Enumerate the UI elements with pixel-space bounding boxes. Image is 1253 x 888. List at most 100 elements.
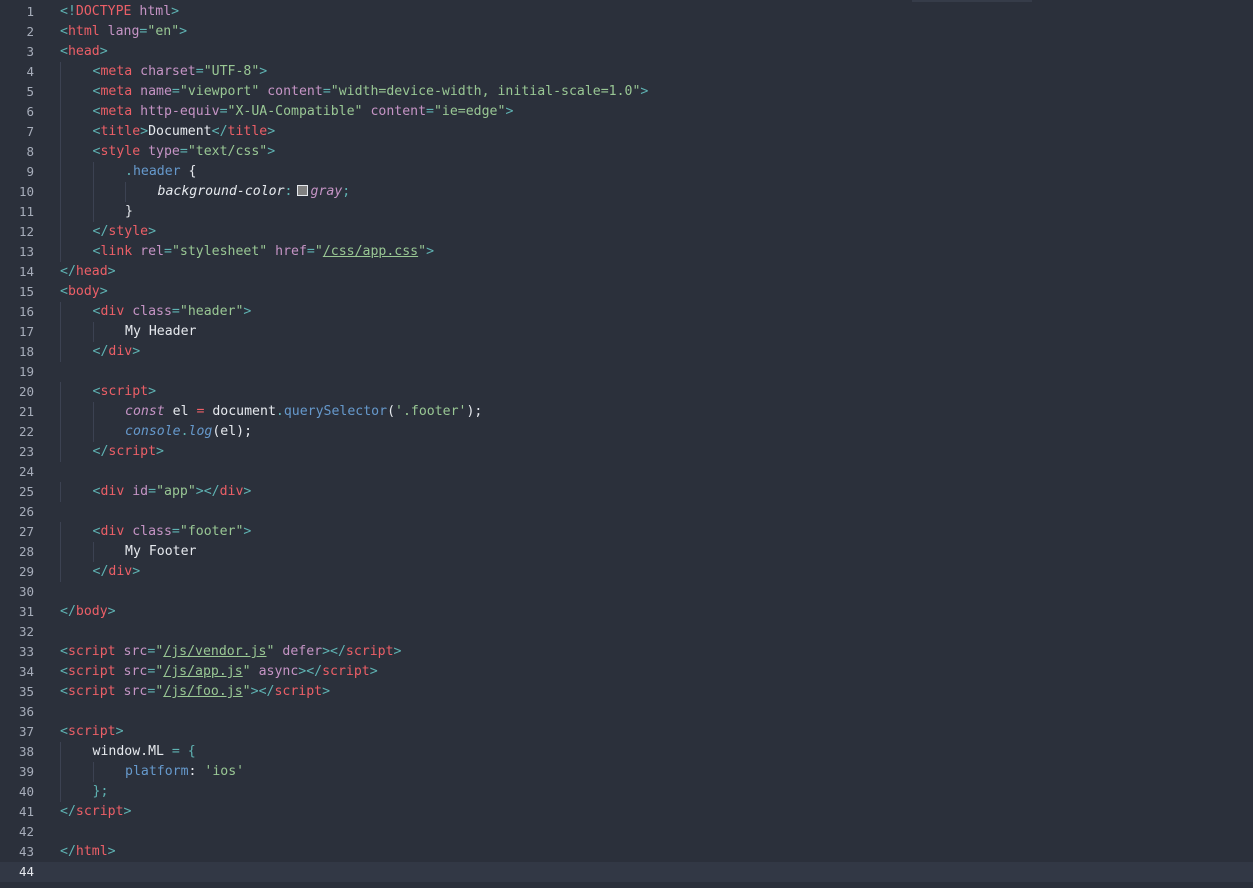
code-content[interactable] — [60, 702, 1253, 722]
code-content[interactable] — [60, 862, 1253, 882]
code-content[interactable]: <!DOCTYPE html> — [60, 2, 1253, 22]
code-line[interactable]: 25 <div id="app"></div> — [0, 482, 1253, 502]
code-content[interactable]: .header { — [60, 162, 1253, 182]
code-content[interactable]: <meta charset="UTF-8"> — [60, 62, 1253, 82]
code-content[interactable]: }; — [60, 782, 1253, 802]
code-token: ></ — [250, 684, 275, 699]
code-token: > — [243, 484, 252, 499]
code-line[interactable]: 36 — [0, 702, 1253, 722]
code-line[interactable]: 31 </body> — [0, 602, 1253, 622]
code-content[interactable]: platform: 'ios' — [60, 762, 1253, 782]
code-content[interactable]: </head> — [60, 262, 1253, 282]
code-content[interactable] — [60, 622, 1253, 642]
code-content[interactable]: <div id="app"></div> — [60, 482, 1253, 502]
code-line[interactable]: 37 <script> — [0, 722, 1253, 742]
code-content[interactable]: <style type="text/css"> — [60, 142, 1253, 162]
code-line[interactable]: 18 </div> — [0, 342, 1253, 362]
code-content[interactable]: const el = document.querySelector('.foot… — [60, 402, 1253, 422]
code-line[interactable]: 28 My Footer — [0, 542, 1253, 562]
code-line[interactable]: 5 <meta name="viewport" content="width=de… — [0, 82, 1253, 102]
code-line[interactable]: 32 — [0, 622, 1253, 642]
code-content[interactable]: <script src="/js/vendor.js" defer></scri… — [60, 642, 1253, 662]
code-line[interactable]: 41 </script> — [0, 802, 1253, 822]
code-content[interactable]: </div> — [60, 562, 1253, 582]
code-line[interactable]: 12 </style> — [0, 222, 1253, 242]
code-content[interactable]: </script> — [60, 442, 1253, 462]
indent-guide — [92, 762, 94, 782]
code-content[interactable] — [60, 462, 1253, 482]
code-line[interactable]: 2 <html lang="en"> — [0, 22, 1253, 42]
code-content[interactable]: <head> — [60, 42, 1253, 62]
code-line[interactable]: 40}; — [0, 782, 1253, 802]
code-token: style — [100, 144, 141, 159]
code-content[interactable] — [60, 822, 1253, 842]
code-content[interactable]: </style> — [60, 222, 1253, 242]
code-line[interactable]: 19 — [0, 362, 1253, 382]
code-line[interactable]: 29 </div> — [0, 562, 1253, 582]
code-content[interactable]: </html> — [60, 842, 1253, 862]
code-content[interactable]: } — [60, 202, 1253, 222]
code-content[interactable]: console.log(el); — [60, 422, 1253, 442]
code-content[interactable]: background-color: gray; — [60, 182, 1253, 202]
code-line[interactable]: 4 <meta charset="UTF-8"> — [0, 62, 1253, 82]
code-content[interactable]: <body> — [60, 282, 1253, 302]
code-line[interactable]: 13 <link rel="stylesheet" href="/css/app.… — [0, 242, 1253, 262]
code-line[interactable]: 17 My Header — [0, 322, 1253, 342]
code-content[interactable]: <div class="header"> — [60, 302, 1253, 322]
code-line[interactable]: 38 window.ML = { — [0, 742, 1253, 762]
code-line[interactable]: 39 platform: 'ios' — [0, 762, 1253, 782]
code-content[interactable]: <div class="footer"> — [60, 522, 1253, 542]
code-line[interactable]: 33 <script src="/js/vendor.js" defer></sc… — [0, 642, 1253, 662]
code-content[interactable] — [60, 362, 1253, 382]
code-line[interactable]: 1 <!DOCTYPE html> — [0, 2, 1253, 22]
code-line[interactable]: 16 <div class="header"> — [0, 302, 1253, 322]
code-line[interactable]: 42 — [0, 822, 1253, 842]
code-line[interactable]: 10 background-color: gray; — [0, 182, 1253, 202]
code-line[interactable]: 20 <script> — [0, 382, 1253, 402]
code-content[interactable] — [60, 582, 1253, 602]
code-line[interactable]: 44 — [0, 862, 1253, 882]
code-content[interactable]: <script src="/js/app.js" async></script> — [60, 662, 1253, 682]
code-token: <! — [60, 4, 76, 19]
code-line[interactable]: 14 </head> — [0, 262, 1253, 282]
code-line[interactable]: 7 <title>Document</title> — [0, 122, 1253, 142]
code-token: > — [107, 264, 116, 279]
code-content[interactable]: </div> — [60, 342, 1253, 362]
code-content[interactable]: <script src="/js/foo.js"></script> — [60, 682, 1253, 702]
code-line[interactable]: 26 — [0, 502, 1253, 522]
code-content[interactable]: <html lang="en"> — [60, 22, 1253, 42]
line-number: 31 — [18, 604, 34, 619]
code-line[interactable]: 30 — [0, 582, 1253, 602]
code-line[interactable]: 43 </html> — [0, 842, 1253, 862]
code-token: script — [67, 724, 116, 739]
code-token: style — [108, 224, 149, 239]
code-editor[interactable]: 1 <!DOCTYPE html> 2 <html lang="en"> 3 <head>… — [0, 0, 1253, 888]
code-line[interactable]: 6 <meta http-equiv="X-UA-Compatible" cont… — [0, 102, 1253, 122]
code-content[interactable]: <script> — [60, 382, 1253, 402]
code-content[interactable]: <meta http-equiv="X-UA-Compatible" conte… — [60, 102, 1253, 122]
code-line[interactable]: 23 </script> — [0, 442, 1253, 462]
code-token: script — [75, 804, 124, 819]
code-line[interactable]: 11} — [0, 202, 1253, 222]
code-content[interactable]: My Footer — [60, 542, 1253, 562]
code-content[interactable] — [60, 502, 1253, 522]
code-content[interactable]: <script> — [60, 722, 1253, 742]
code-line[interactable]: 15 <body> — [0, 282, 1253, 302]
code-content[interactable]: <link rel="stylesheet" href="/css/app.cs… — [60, 242, 1253, 262]
code-content[interactable]: <title>Document</title> — [60, 122, 1253, 142]
code-line[interactable]: 27 <div class="footer"> — [0, 522, 1253, 542]
code-line[interactable]: 8 <style type="text/css"> — [0, 142, 1253, 162]
code-line[interactable]: 34 <script src="/js/app.js" async></scrip… — [0, 662, 1253, 682]
code-line[interactable]: 21 const el = document.querySelector('.fo… — [0, 402, 1253, 422]
code-content[interactable]: My Header — [60, 322, 1253, 342]
code-line[interactable]: 3 <head> — [0, 42, 1253, 62]
code-line[interactable]: 22 console.log(el); — [0, 422, 1253, 442]
code-content[interactable]: window.ML = { — [60, 742, 1253, 762]
code-line[interactable]: 35 <script src="/js/foo.js"></script> — [0, 682, 1253, 702]
code-lines[interactable]: 1 <!DOCTYPE html> 2 <html lang="en"> 3 <head>… — [0, 2, 1253, 882]
code-content[interactable]: </body> — [60, 602, 1253, 622]
code-content[interactable]: <meta name="viewport" content="width=dev… — [60, 82, 1253, 102]
code-line[interactable]: 24 — [0, 462, 1253, 482]
code-content[interactable]: </script> — [60, 802, 1253, 822]
code-line[interactable]: 9 .header { — [0, 162, 1253, 182]
